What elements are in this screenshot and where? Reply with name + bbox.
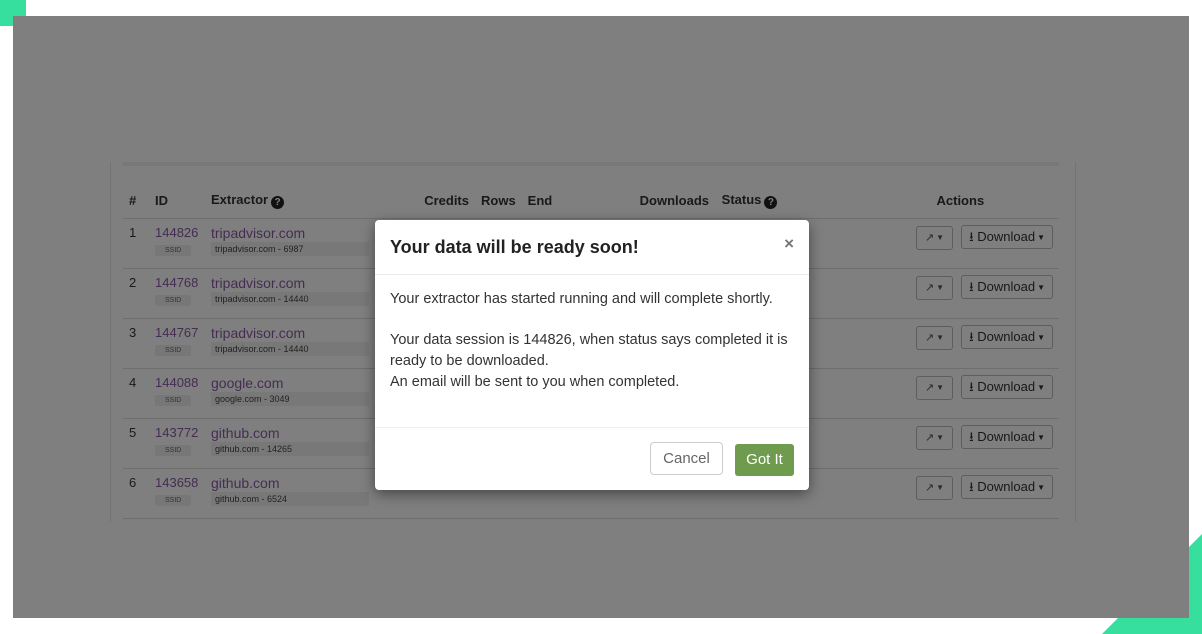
got-it-button[interactable]: Got It [735, 444, 794, 476]
modal-body-line1: Your extractor has started running and w… [390, 291, 773, 307]
modal-body: Your extractor has started running and w… [375, 275, 809, 428]
modal-title: Your data will be ready soon! [390, 237, 639, 257]
modal-body-line3: An email will be sent to you when comple… [390, 374, 680, 390]
modal-header: Your data will be ready soon! × [375, 220, 809, 275]
close-icon[interactable]: × [784, 234, 794, 254]
modal-footer: Cancel Got It [375, 428, 809, 488]
modal-body-line2: Your data session is 144826, when status… [390, 332, 788, 369]
cancel-button[interactable]: Cancel [650, 442, 723, 475]
page-frame: # ID Extractor? Credits Rows End Downloa… [13, 16, 1189, 618]
ready-soon-modal: Your data will be ready soon! × Your ext… [375, 220, 809, 490]
